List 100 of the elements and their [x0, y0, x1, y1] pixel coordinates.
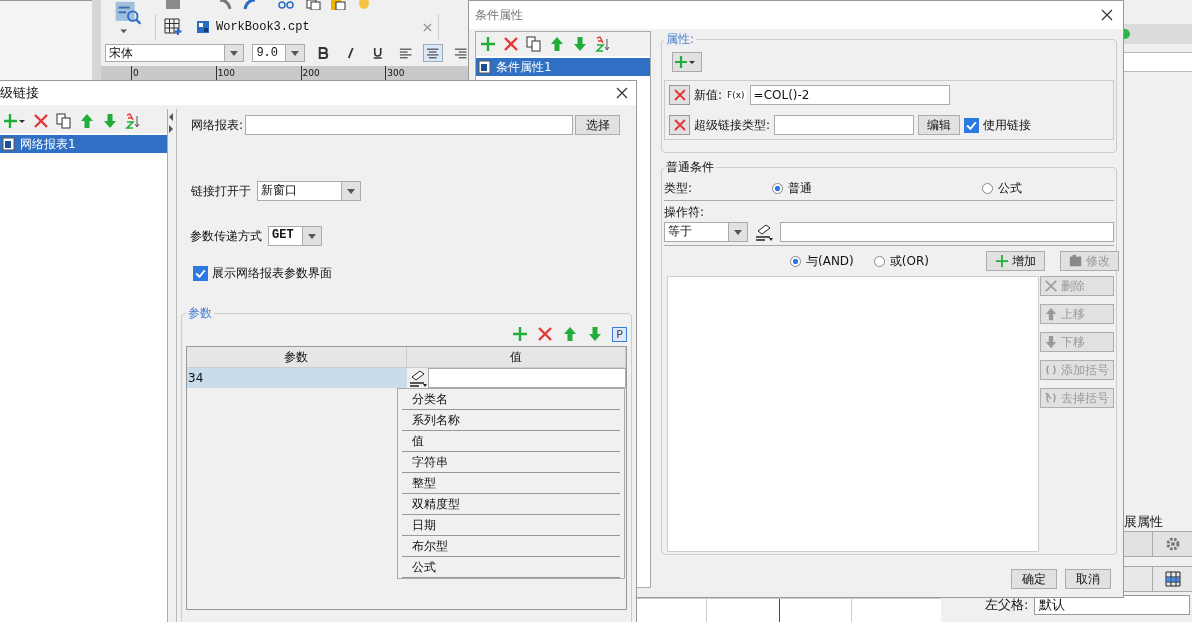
operand-field[interactable] [780, 222, 1114, 242]
font-size-dropdown[interactable]: 9.0 [252, 44, 306, 62]
pen-icon[interactable] [754, 222, 774, 242]
undo-icon[interactable] [217, 0, 233, 10]
copy-icon[interactable] [305, 0, 321, 10]
target-dropdown[interactable]: 新窗口 [257, 181, 361, 201]
cross-icon [672, 88, 687, 102]
redo-icon[interactable] [242, 0, 258, 10]
left-parent-label: 左父格: [985, 596, 1029, 614]
grid-icon [1165, 571, 1181, 587]
down-arrow-icon [1044, 335, 1058, 349]
cross-icon [672, 118, 687, 132]
plus-icon [995, 254, 1009, 268]
tree-item[interactable]: 条件属性1 [476, 58, 651, 76]
radio-option[interactable]: 与(AND) [790, 252, 854, 270]
remove-brackets-icon [1044, 391, 1058, 405]
scissors-icon[interactable] [278, 0, 294, 10]
sort-icon[interactable] [595, 36, 611, 52]
action-button[interactable]: 增加 [986, 251, 1045, 271]
report-file-icon [2, 137, 16, 151]
menu-item[interactable]: 系列名称 [402, 410, 620, 431]
field-label: 网络报表: [191, 116, 244, 134]
brackets-icon [1044, 363, 1058, 377]
value-field[interactable] [427, 368, 626, 388]
menu-item[interactable]: 字符串 [402, 452, 620, 473]
menu-item[interactable]: 双精度型 [402, 494, 620, 515]
paste-icon[interactable] [330, 0, 346, 10]
table-cell[interactable]: 34 [187, 368, 407, 388]
edit-icon [1069, 254, 1083, 268]
menu-item[interactable]: 整型 [402, 473, 620, 494]
add-dropdown-button[interactable] [672, 52, 702, 72]
group-title: 属性: [665, 31, 696, 48]
field-label: 类型: [664, 179, 693, 197]
field-label: 操作符: [664, 204, 706, 221]
copy-icon[interactable] [526, 36, 542, 52]
menu-item[interactable]: 分类名 [402, 389, 620, 410]
delete-icon[interactable] [503, 36, 519, 52]
radio-option[interactable]: 公式 [982, 179, 1023, 197]
formula-button[interactable]: F(x) [726, 90, 746, 100]
remove-button[interactable] [669, 85, 690, 105]
report-file-icon [478, 60, 492, 74]
remove-button[interactable] [669, 115, 690, 135]
gear-icon [1165, 536, 1181, 552]
down-arrow-icon[interactable] [102, 113, 118, 129]
checkbox[interactable] [193, 265, 208, 281]
sort-icon[interactable] [125, 113, 141, 129]
menu-item[interactable]: 公式 [402, 557, 620, 578]
font-dropdown[interactable]: 宋体 [105, 44, 245, 62]
up-arrow-icon [1044, 307, 1058, 321]
operator-dropdown[interactable]: 等于 [664, 222, 748, 242]
field-label: 链接打开于 [191, 182, 251, 200]
panel-title: 展属性 [1124, 513, 1163, 531]
group-title: 参数 [187, 305, 213, 322]
menu-item[interactable]: 日期 [402, 515, 620, 536]
delete-icon[interactable] [537, 326, 553, 342]
checkbox-label: 展示网络报表参数界面 [212, 264, 332, 282]
field-label: 参数传递方式 [190, 227, 262, 245]
radio-option[interactable]: 或(OR) [873, 252, 929, 270]
column-header: 值 [406, 347, 626, 367]
side-input-field[interactable] [1124, 52, 1192, 72]
add-icon[interactable] [512, 326, 528, 342]
field-label: 超级链接类型: [694, 116, 771, 134]
report-file-icon [196, 20, 210, 34]
tree-item[interactable]: 网络报表1 [0, 135, 167, 153]
column-header: 参数 [187, 347, 407, 367]
add-icon[interactable] [480, 36, 496, 52]
link-type-field[interactable] [774, 115, 915, 135]
checkbox[interactable] [964, 117, 980, 133]
cancel-button[interactable]: 取消 [1065, 569, 1111, 589]
cross-icon [1044, 279, 1058, 293]
method-dropdown[interactable]: GET [268, 226, 322, 246]
down-arrow-icon[interactable] [572, 36, 588, 52]
save-icon[interactable] [165, 0, 181, 10]
up-arrow-icon[interactable] [79, 113, 95, 129]
edit-button[interactable]: 编辑 [918, 115, 961, 135]
pen-icon[interactable] [407, 368, 428, 388]
tab-title: WorkBook3.cpt [216, 20, 310, 34]
copy-icon[interactable] [56, 113, 72, 129]
field-label: 新值: [694, 86, 723, 104]
checkbox-label: 使用链接 [983, 116, 1032, 134]
dialog-title: 级链接 [0, 84, 39, 102]
report-field[interactable] [245, 115, 574, 135]
align-center-icon[interactable] [423, 44, 443, 62]
group-title: 普通条件 [665, 159, 715, 176]
select-button[interactable]: 选择 [575, 115, 621, 135]
parameter-button[interactable]: P [612, 326, 627, 342]
add-dropdown-icon[interactable] [4, 113, 26, 129]
up-arrow-icon[interactable] [549, 36, 565, 52]
close-icon[interactable] [616, 87, 628, 99]
radio-option[interactable]: 普通 [772, 179, 813, 197]
close-icon[interactable] [1101, 9, 1113, 21]
ok-button[interactable]: 确定 [1011, 569, 1057, 589]
menu-item[interactable]: 值 [402, 431, 620, 452]
new-report-icon[interactable] [164, 18, 182, 36]
new-value-field[interactable]: =COL()-2 [749, 85, 950, 105]
dialog-title: 条件属性 [475, 6, 523, 24]
menu-item[interactable]: 布尔型 [402, 536, 620, 557]
down-arrow-icon[interactable] [587, 326, 603, 342]
up-arrow-icon[interactable] [562, 326, 578, 342]
delete-icon[interactable] [33, 113, 49, 129]
